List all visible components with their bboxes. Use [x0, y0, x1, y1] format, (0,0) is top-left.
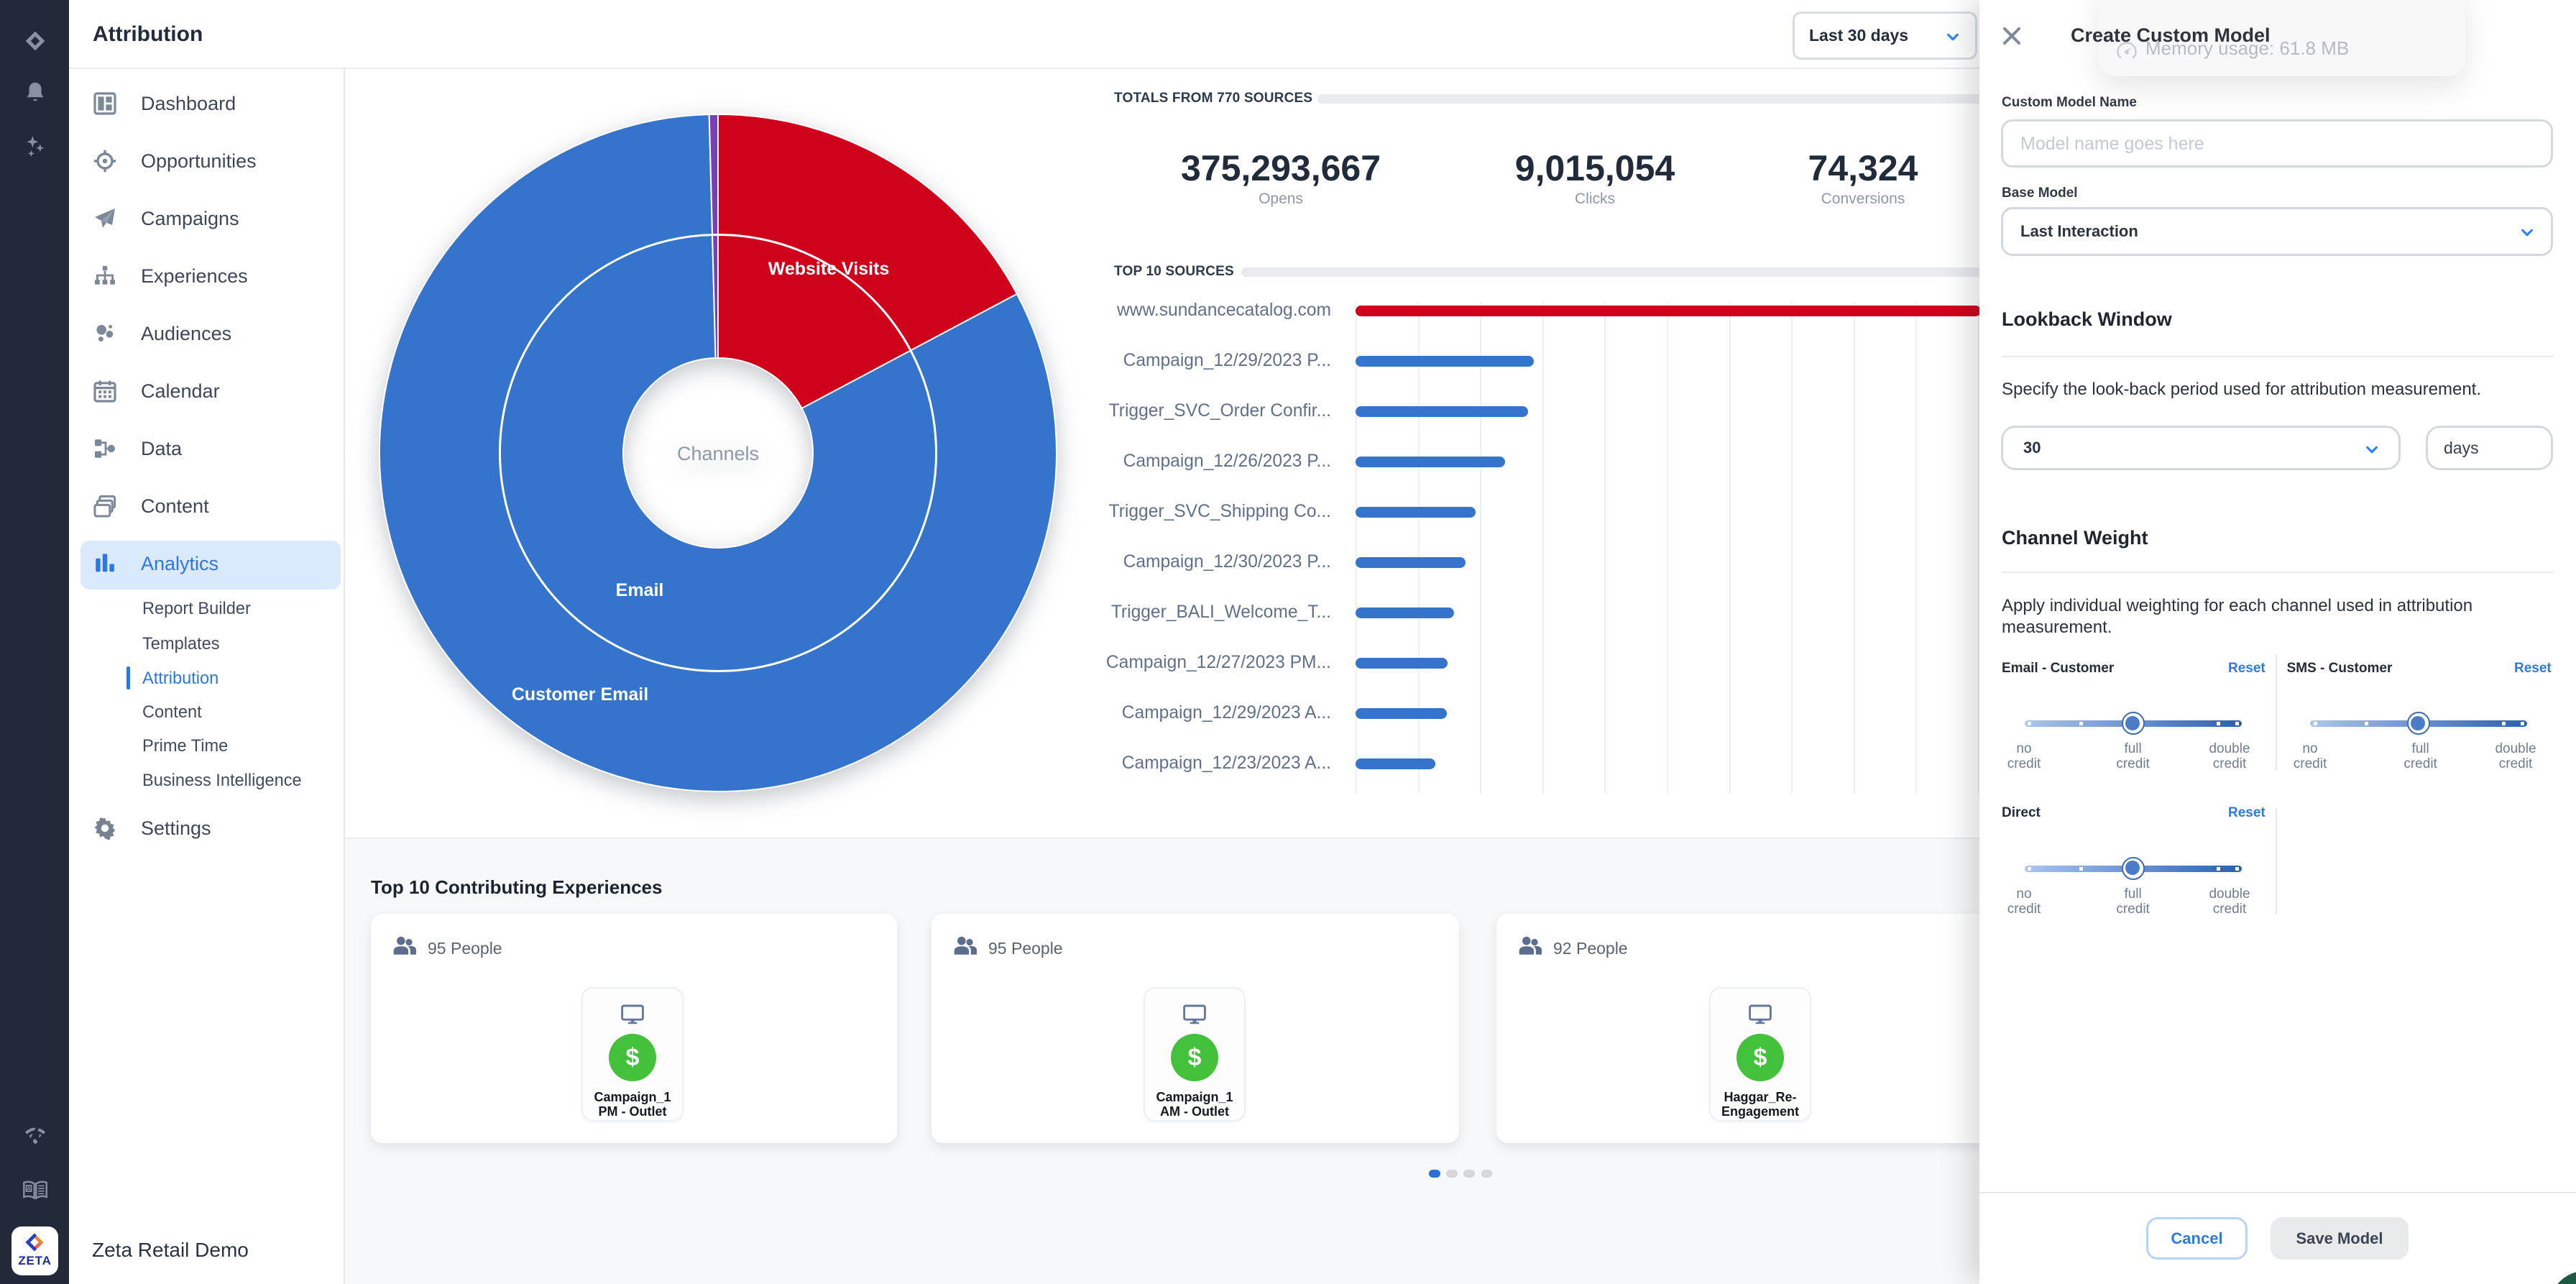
- svg-text:A: A: [27, 1185, 31, 1192]
- svg-text:Customer Email: Customer Email: [512, 684, 648, 705]
- svg-text:Email: Email: [616, 580, 664, 600]
- svg-text:Channels: Channels: [677, 443, 759, 464]
- svg-text:Website Visits: Website Visits: [768, 259, 890, 279]
